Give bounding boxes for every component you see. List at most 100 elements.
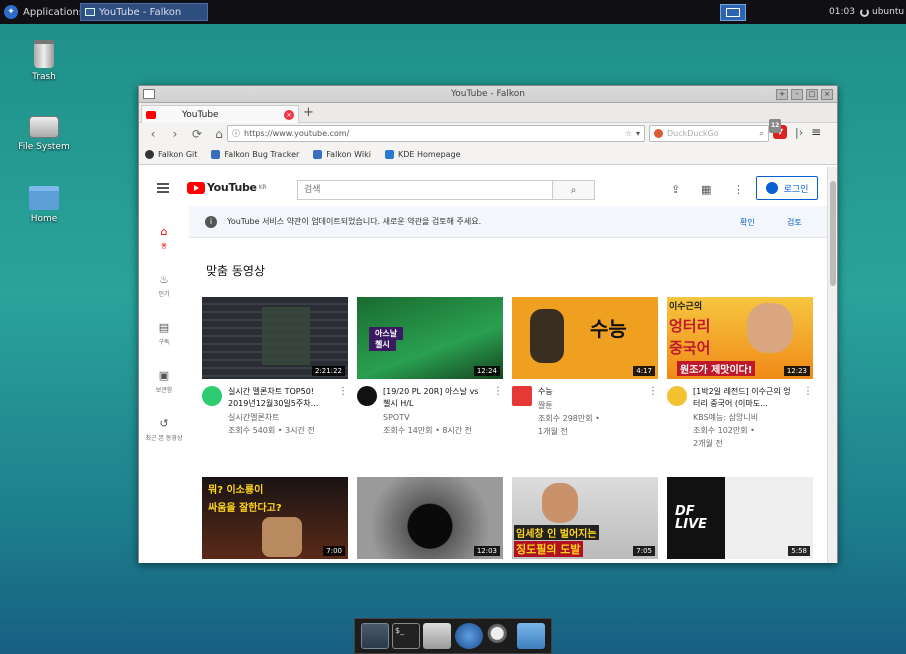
channel-avatar[interactable] <box>202 386 222 406</box>
desktop-icon-trash[interactable]: Trash <box>14 40 74 82</box>
video-card[interactable]: 수능 4:17 수능 짤툰 조회수 298만회 • 1개월 전 ⋮ <box>512 297 658 437</box>
video-thumbnail[interactable]: 이수근의 엉터리 중국어 원조가 제맛이다! 12:23 <box>667 297 813 379</box>
apps-grid-icon[interactable]: ▦ <box>701 183 711 196</box>
taskbar-button-falkon[interactable]: YouTube - Falkon <box>80 3 208 21</box>
scrollbar-thumb[interactable] <box>830 181 836 286</box>
more-options-icon[interactable]: ⋮ <box>493 386 503 436</box>
channel-name[interactable]: 짤툰 <box>538 400 642 411</box>
sidebar-item-home[interactable]: ⌂ 홈 <box>139 213 189 261</box>
youtube-search-input[interactable] <box>298 181 552 199</box>
web-page: YouTube KR ⌕ ⇪ ▦ ⋮ 로그인 ⌂홈 ♨인기 ▤구독 ▣보관함 ↺… <box>139 167 829 563</box>
video-thumbnail[interactable]: 아스날 첼시 12:24 <box>357 297 503 379</box>
folder-icon[interactable] <box>517 623 546 649</box>
back-button[interactable]: ‹ <box>145 126 161 142</box>
sidebar-item-subscriptions[interactable]: ▤ 구독 <box>139 309 189 357</box>
show-desktop-icon[interactable] <box>360 623 389 649</box>
video-title[interactable]: [19/20 PL 20R] 아스날 vs 첼시 H/L <box>383 386 487 410</box>
terminal-icon[interactable]: $_ <box>391 623 420 649</box>
notice-text: YouTube 서비스 약관이 업데이트되었습니다. 새로운 약관을 검토해 주… <box>227 217 482 226</box>
bookmark-label: Falkon Bug Tracker <box>224 150 300 159</box>
youtube-logo[interactable]: YouTube KR <box>187 181 267 194</box>
desktop-icon-file-system[interactable]: File System <box>14 116 74 152</box>
video-stats: 조회수 540회 • 3시간 전 <box>228 426 315 435</box>
video-title[interactable]: 실시간 멜론차트 TOP50! 2019년12월30일5주차... <box>228 386 332 410</box>
tab-close-icon[interactable]: × <box>284 109 294 120</box>
bookmark-label: KDE Homepage <box>397 150 461 159</box>
workspace-switcher[interactable] <box>720 4 746 21</box>
video-thumbnail[interactable]: 뭐? 이소룡이 싸움을 잘한다고? 7:00 <box>202 477 348 559</box>
channel-avatar[interactable] <box>357 386 377 406</box>
bookmark-falkon-bug-tracker[interactable]: Falkon Bug Tracker <box>211 150 299 159</box>
settings-dots-icon[interactable]: ⋮ <box>733 183 744 196</box>
video-card[interactable]: 임세창 인 벌어지는 징도필의 도발 7:05 <box>512 477 658 559</box>
new-tab-button[interactable]: + <box>303 105 314 120</box>
web-browser-icon[interactable] <box>454 623 483 649</box>
menu-icon[interactable] <box>157 183 169 193</box>
reload-button[interactable]: ⟳ <box>189 126 205 142</box>
video-card[interactable]: 이수근의 엉터리 중국어 원조가 제맛이다! 12:23 [1박2일 레전드] … <box>667 297 813 449</box>
home-button[interactable]: ⌂ <box>211 126 227 142</box>
video-card[interactable]: 2:21:22 실시간 멜론차트 TOP50! 2019년12월30일5주차..… <box>202 297 348 436</box>
video-thumbnail[interactable]: DF LIVE 5:58 <box>667 477 813 559</box>
history-icon: ↺ <box>159 416 169 430</box>
tab-youtube[interactable]: YouTube × <box>141 105 299 123</box>
site-info-icon[interactable]: ⓘ <box>232 128 240 139</box>
shade-button[interactable]: + <box>776 89 788 100</box>
channel-avatar[interactable] <box>512 386 532 406</box>
expand-toolbar-icon[interactable]: |› <box>795 126 803 139</box>
search-icon[interactable]: ⌕ <box>760 129 764 139</box>
desktop-icon-label: Trash <box>32 72 56 82</box>
address-bar[interactable]: ⓘ https://www.youtube.com/ ☆ ▾ <box>227 125 645 142</box>
video-card[interactable]: 12:03 <box>357 477 503 559</box>
minimize-button[interactable]: - <box>791 89 803 100</box>
desktop-icon-home[interactable]: Home <box>14 186 74 224</box>
dropdown-icon[interactable]: ▾ <box>636 129 640 138</box>
clock[interactable]: 01:03 <box>829 0 855 24</box>
video-title[interactable]: [1박2일 레전드] 이수근의 엉터리 중국어 (이마도... <box>693 386 797 410</box>
bookmark-kde-homepage[interactable]: KDE Homepage <box>384 150 461 159</box>
video-thumbnail[interactable]: 2:21:22 <box>202 297 348 379</box>
video-title[interactable]: 수능 <box>538 386 642 398</box>
bookmark-star-icon[interactable]: ☆ <box>625 129 632 138</box>
video-thumbnail[interactable]: 임세창 인 벌어지는 징도필의 도발 7:05 <box>512 477 658 559</box>
upload-icon[interactable]: ⇪ <box>671 183 680 196</box>
more-options-icon[interactable]: ⋮ <box>648 386 658 437</box>
video-thumbnail[interactable]: 수능 4:17 <box>512 297 658 379</box>
bookmark-falkon-wiki[interactable]: Falkon Wiki <box>313 150 371 159</box>
user-name: ubuntu <box>872 7 905 17</box>
close-button[interactable]: × <box>821 89 833 100</box>
channel-name[interactable]: KBS예능: 삼앙니비 <box>693 412 797 423</box>
more-options-icon[interactable]: ⋮ <box>803 386 813 449</box>
signin-button[interactable]: 로그인 <box>756 176 818 200</box>
video-card[interactable]: 아스날 첼시 12:24 [19/20 PL 20R] 아스날 vs 첼시 H/… <box>357 297 503 436</box>
channel-name[interactable]: 실시간멜론차트 <box>228 412 332 423</box>
window-titlebar[interactable]: YouTube - Falkon + - □ × <box>139 86 837 103</box>
main-menu-icon[interactable]: ≡ <box>811 125 821 139</box>
more-options-icon[interactable]: ⋮ <box>338 386 348 436</box>
forward-button[interactable]: › <box>167 126 183 142</box>
page-scrollbar[interactable] <box>827 167 837 563</box>
adblock-icon[interactable]: 12▼ <box>769 119 787 139</box>
thumbnail-text: 수능 <box>590 317 627 341</box>
search-box[interactable]: DuckDuckGo ⌕ <box>649 125 769 142</box>
video-card[interactable]: DF LIVE 5:58 <box>667 477 813 559</box>
video-duration: 12:23 <box>783 366 810 376</box>
channel-name[interactable]: SPOTV <box>383 412 487 423</box>
youtube-search-button[interactable]: ⌕ <box>552 181 594 199</box>
notice-review-button[interactable]: 검토 <box>787 217 802 228</box>
sidebar-item-library[interactable]: ▣ 보관함 <box>139 357 189 405</box>
search-icon[interactable] <box>485 623 514 649</box>
applications-menu[interactable]: ✦ Applications <box>4 0 84 24</box>
user-menu[interactable]: ubuntu <box>860 0 904 24</box>
maximize-button[interactable]: □ <box>806 89 818 100</box>
video-duration: 12:24 <box>473 366 500 376</box>
video-thumbnail[interactable]: 12:03 <box>357 477 503 559</box>
sidebar-item-trending[interactable]: ♨ 인기 <box>139 261 189 309</box>
file-manager-icon[interactable] <box>423 623 452 649</box>
notice-confirm-button[interactable]: 확인 <box>740 217 755 228</box>
bookmark-falkon-git[interactable]: Falkon Git <box>145 150 197 159</box>
window-menu-icon[interactable] <box>143 89 155 99</box>
sidebar-item-history[interactable]: ↺ 최근 본 동영상 <box>139 405 189 453</box>
video-card[interactable]: 뭐? 이소룡이 싸움을 잘한다고? 7:00 <box>202 477 348 559</box>
channel-avatar[interactable] <box>667 386 687 406</box>
